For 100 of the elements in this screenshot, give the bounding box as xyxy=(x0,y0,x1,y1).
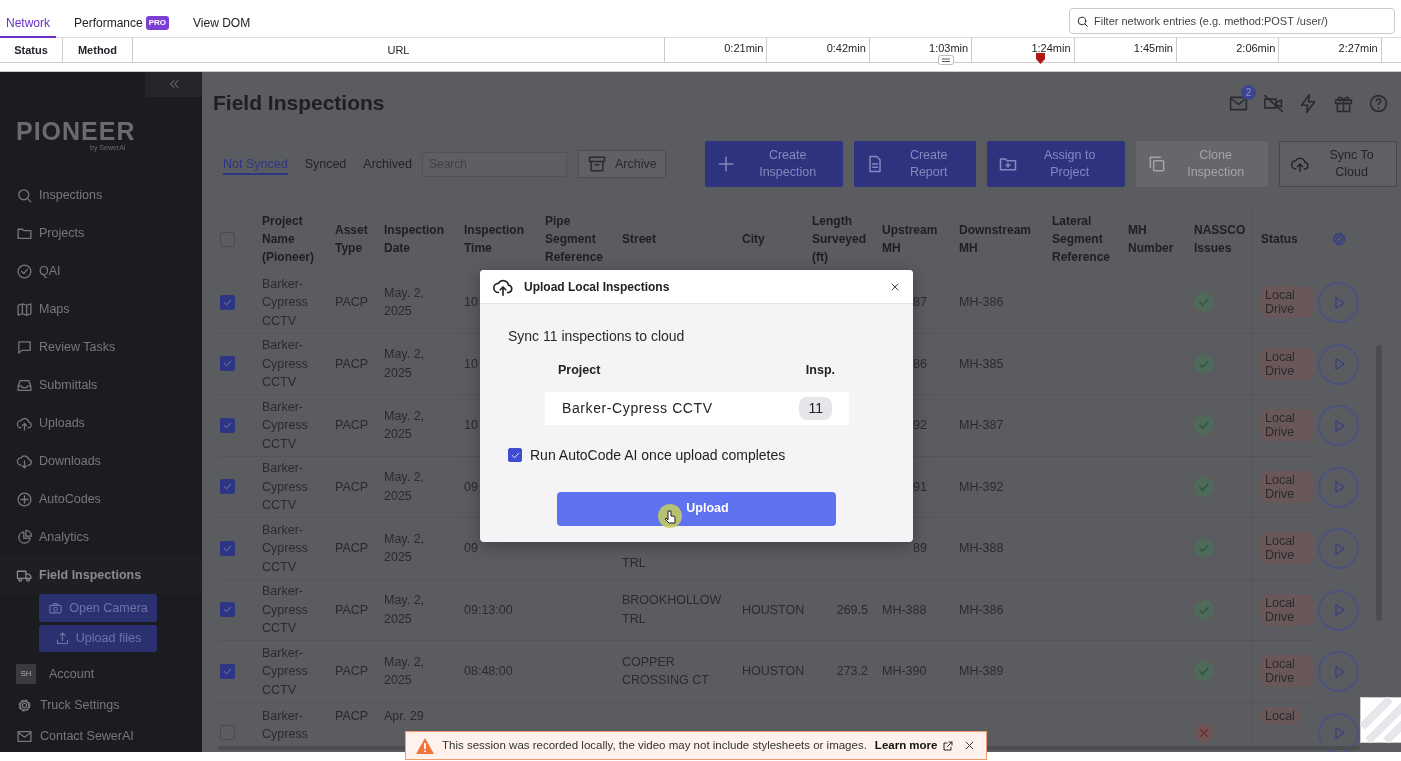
play-button[interactable] xyxy=(1318,651,1359,693)
count-badge: 11 xyxy=(799,396,832,420)
action-button[interactable]: Assign to Project xyxy=(986,141,1125,187)
close-icon xyxy=(963,739,976,752)
timeline-tick: 1:03min xyxy=(929,41,969,56)
pointer-cursor-icon xyxy=(657,503,683,529)
sidebar-item[interactable]: Account xyxy=(49,664,95,684)
status-badge: Local xyxy=(1259,706,1301,725)
filter-tab[interactable]: Synced xyxy=(304,152,347,176)
toast-message: This session was recorded locally, the video may not include stylesheets or images. xyxy=(442,737,867,753)
map-icon xyxy=(16,300,33,318)
circle-plus-icon xyxy=(16,490,33,508)
sidebar-item[interactable]: Uploads xyxy=(0,404,202,443)
column-header: Project xyxy=(558,362,601,379)
column-header: City xyxy=(742,231,765,248)
sidebar-action-button[interactable]: Open Camera xyxy=(39,594,157,622)
status-badge: Local Drive xyxy=(1259,347,1314,380)
status-badge: Local Drive xyxy=(1259,593,1314,626)
play-button[interactable] xyxy=(1318,466,1359,508)
timeline-tick: 2:27min xyxy=(1338,41,1378,56)
sidebar-item[interactable]: AutoCodes xyxy=(0,480,202,519)
settings-icon[interactable] xyxy=(1330,230,1348,248)
sidebar-item[interactable]: Downloads xyxy=(0,442,202,481)
filter-field[interactable]: Filter network entries (e.g. method:POST /user/) xyxy=(1069,8,1395,34)
upload-icon xyxy=(54,631,70,647)
striped-tile xyxy=(1360,697,1401,743)
column-header: URL xyxy=(133,38,665,62)
pro-badge: PRO xyxy=(145,16,170,30)
timeline-tick: 1:24min xyxy=(1031,41,1071,56)
archive-icon xyxy=(586,154,607,174)
dialog-message: Sync 11 inspections to cloud xyxy=(508,327,686,346)
row-checkbox[interactable] xyxy=(220,663,235,679)
row-checkbox[interactable] xyxy=(220,294,235,310)
play-button[interactable] xyxy=(1318,528,1359,570)
timeline-tick: 0:42min xyxy=(826,41,866,56)
play-button[interactable] xyxy=(1318,282,1359,324)
play-button[interactable] xyxy=(1318,589,1359,631)
column-header: Upstream MH xyxy=(882,222,939,257)
status-badge: Local Drive xyxy=(1259,655,1314,688)
column-header: Pipe Segment Reference xyxy=(545,213,605,266)
column-header: MH Number xyxy=(1128,222,1175,257)
dialog-title: Upload Local Inspections xyxy=(524,278,671,296)
check-circle-icon xyxy=(16,262,33,280)
column-header: Status xyxy=(0,38,63,62)
sidebar-item[interactable]: Truck Settings xyxy=(40,695,120,715)
devtools-tab[interactable]: Performance PRO xyxy=(68,8,176,38)
column-header: NASSCO Issues xyxy=(1194,222,1247,257)
column-header: Status xyxy=(1261,231,1298,248)
resize-handle[interactable] xyxy=(938,55,954,65)
timeline-tick: 2:06min xyxy=(1236,41,1276,56)
row-checkbox[interactable] xyxy=(220,602,235,618)
play-button[interactable] xyxy=(1318,405,1359,447)
playhead-marker[interactable] xyxy=(1036,53,1045,64)
action-button[interactable]: Create Inspection xyxy=(704,141,843,187)
sidebar-item[interactable]: Analytics xyxy=(0,518,202,557)
column-header: Inspection Date xyxy=(384,222,445,257)
sidebar-item[interactable]: Maps xyxy=(0,290,202,329)
search-icon xyxy=(16,186,33,204)
action-button[interactable]: Sync To Cloud xyxy=(1278,141,1397,187)
sidebar-item[interactable]: Submittals xyxy=(0,366,202,405)
notification-badge: 2 xyxy=(1241,84,1256,100)
camera-off-icon[interactable] xyxy=(1263,92,1284,114)
devtools-tab[interactable]: Network xyxy=(0,8,56,38)
logo: PIONEER xyxy=(16,117,137,144)
chat-icon xyxy=(16,338,33,356)
column-header: Length Surveyed (ft) xyxy=(812,213,868,266)
column-header: Project Name (Pioneer) xyxy=(262,213,315,266)
row-checkbox[interactable] xyxy=(220,417,235,433)
sidebar-action-button[interactable]: Upload files xyxy=(39,624,157,653)
page-title: Field Inspections xyxy=(213,90,385,116)
cloud-download-icon xyxy=(16,452,33,470)
learn-more-link[interactable]: Learn more xyxy=(874,736,954,755)
row-checkbox[interactable] xyxy=(220,540,235,556)
filter-tab[interactable]: Archived xyxy=(363,152,412,176)
sidebar-item[interactable]: Contact SewerAI xyxy=(40,727,134,746)
sidebar-item[interactable]: Review Tasks xyxy=(0,328,202,367)
sidebar-item[interactable]: Inspections xyxy=(0,176,202,215)
sidebar-item[interactable]: QAI xyxy=(0,252,202,291)
upload-button[interactable]: Upload xyxy=(557,491,836,526)
status-badge: Local Drive xyxy=(1259,532,1314,565)
help-icon[interactable] xyxy=(1368,92,1389,114)
search-icon xyxy=(1076,14,1089,28)
status-badge: Local Drive xyxy=(1259,470,1314,503)
collapse-button[interactable] xyxy=(145,72,202,97)
avatar: SH xyxy=(16,664,36,685)
column-header: Street xyxy=(622,231,656,248)
status-badge: Local Drive xyxy=(1259,409,1314,442)
column-header: Asset Type xyxy=(335,222,369,257)
devtools-tab[interactable]: View DOM xyxy=(187,8,257,38)
status-badge: Local Drive xyxy=(1259,286,1314,319)
row-checkbox[interactable] xyxy=(220,479,235,495)
close-button[interactable] xyxy=(963,739,976,752)
column-header: Lateral Segment Reference xyxy=(1052,213,1112,266)
row-checkbox[interactable] xyxy=(220,356,235,372)
sidebar-item[interactable]: Projects xyxy=(0,214,202,253)
play-button[interactable] xyxy=(1318,343,1359,385)
checkbox[interactable] xyxy=(508,448,522,463)
action-button[interactable]: Create Report xyxy=(853,141,976,187)
column-header: Method xyxy=(63,38,133,62)
project-name: Barker-Cypress CCTV xyxy=(562,398,713,418)
